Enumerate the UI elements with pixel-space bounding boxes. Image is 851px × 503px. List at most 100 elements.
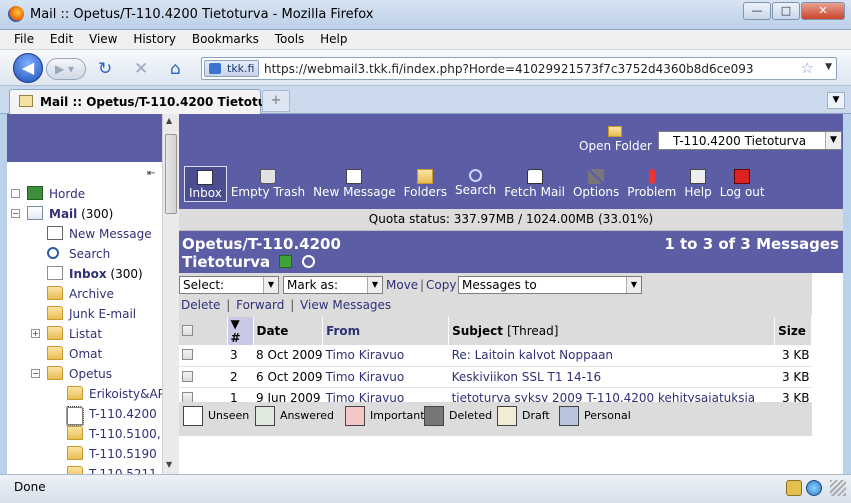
menu-edit[interactable]: Edit	[50, 32, 73, 46]
new-tab-button[interactable]: +	[262, 90, 290, 112]
search-mailbox-icon[interactable]	[301, 255, 315, 268]
collapse-icon[interactable]: −	[31, 369, 40, 378]
messages-to-dropdown[interactable]: Messages to ▼	[458, 276, 642, 294]
table-row[interactable]: 26 Oct 2009 Timo Kiravuo Keskiviikon SSL T…	[179, 366, 812, 388]
scroll-down-icon[interactable]: ▼	[166, 460, 172, 469]
maximize-button[interactable]: □	[772, 2, 800, 20]
row-checkbox[interactable]	[182, 391, 193, 403]
message-from[interactable]: Timo Kiravuo	[322, 366, 449, 388]
sidebar-item-opetus[interactable]: − Opetus	[7, 364, 162, 384]
message-subject[interactable]: Re: Laitoin kalvot Noppaan	[448, 345, 775, 367]
sidebar-item-t-110-5100[interactable]: T-110.5100,	[7, 424, 162, 444]
bookmark-star-icon[interactable]: ☆	[801, 59, 814, 77]
reload-icon[interactable]: ↻	[98, 59, 112, 79]
folder-icon	[66, 406, 84, 426]
toolbar-button-label: Log out	[719, 185, 765, 199]
message-subject[interactable]: Keskiviikon SSL T1 14-16	[448, 366, 775, 388]
copy-link[interactable]: Copy	[426, 278, 456, 292]
search-icon	[469, 169, 483, 182]
mark-as-dropdown[interactable]: Mark as: ▼	[283, 276, 383, 294]
expand-icon[interactable]: +	[31, 329, 40, 338]
toolbar-options-button[interactable]: Options	[569, 166, 623, 202]
forward-button[interactable]: ▶ ▾	[46, 58, 86, 80]
scroll-up-icon[interactable]: ▲	[166, 116, 172, 125]
sidebar-item-label: T-110.5100,	[89, 427, 161, 441]
from-column-header[interactable]: From	[322, 317, 450, 345]
subject-column-header[interactable]: Subject [Thread]	[448, 317, 776, 345]
site-identity-button[interactable]: tkk.fi	[204, 60, 260, 77]
fetch-mail-icon	[526, 169, 543, 184]
toolbar-button-label: Options	[572, 185, 620, 199]
toolbar-help-button[interactable]: Help	[680, 166, 715, 202]
folder-select[interactable]: T-110.4200 Tietoturva ▼	[658, 131, 842, 150]
minimize-button[interactable]: —	[743, 2, 771, 20]
menu-history[interactable]: History	[133, 32, 176, 46]
toolbar-folders-button[interactable]: Folders	[400, 166, 451, 202]
select-all-checkbox[interactable]	[182, 325, 193, 336]
number-column-header[interactable]: ▼ #	[227, 317, 254, 345]
toolbar-fetch-mail-button[interactable]: Fetch Mail	[500, 166, 569, 202]
row-checkbox[interactable]	[182, 349, 193, 361]
home-icon[interactable]: ⌂	[170, 59, 181, 79]
collapse-sidebar-icon[interactable]: ⇤	[147, 168, 160, 181]
tab-list-button[interactable]: ▼	[827, 92, 845, 109]
table-row[interactable]: 38 Oct 2009 Timo Kiravuo Re: Laitoin kalvo…	[179, 345, 812, 367]
move-link[interactable]: Move	[386, 278, 418, 292]
sidebar-item-new-message[interactable]: New Message	[7, 224, 162, 244]
sidebar-scrollbar[interactable]: ▲ ▼	[162, 114, 179, 474]
toolbar-search-button[interactable]: Search	[451, 166, 500, 202]
menu-bookmarks[interactable]: Bookmarks	[192, 32, 259, 46]
open-folder-button[interactable]: Open Folder	[579, 126, 652, 153]
row-checkbox[interactable]	[182, 370, 193, 382]
collapse-icon[interactable]	[11, 189, 20, 198]
back-button[interactable]: ◀	[13, 53, 43, 83]
sidebar-item-t-110-5190[interactable]: T-110.5190	[7, 444, 162, 464]
sidebar-item-t-110-4200[interactable]: T-110.4200	[7, 404, 162, 426]
view-messages-link[interactable]: View Messages	[300, 298, 391, 312]
sidebar-item-omat[interactable]: Omat	[7, 344, 162, 364]
sidebar-item-t-110-5211[interactable]: T-110.5211	[7, 464, 162, 474]
sidebar-item-mail[interactable]: − Mail (300)	[7, 204, 162, 224]
menu-tools[interactable]: Tools	[275, 32, 305, 46]
message-from[interactable]: Timo Kiravuo	[322, 345, 449, 367]
open-folder-icon	[608, 126, 623, 137]
date-column-header[interactable]: Date	[253, 317, 324, 345]
tab-mail[interactable]: Mail :: Opetus/T-110.4200 Tietoturva	[9, 89, 288, 114]
lock-icon[interactable]	[786, 480, 802, 496]
toolbar-new-message-button[interactable]: New Message	[309, 166, 400, 202]
sidebar-item-label: Listat	[69, 327, 103, 341]
collapse-icon[interactable]: −	[11, 209, 20, 218]
forward-link[interactable]: Forward	[236, 298, 284, 312]
resize-grip-icon[interactable]	[830, 480, 846, 496]
stop-icon[interactable]: ✕	[134, 59, 148, 79]
sidebar-item-listat[interactable]: + Listat	[7, 324, 162, 344]
menu-file[interactable]: File	[14, 32, 34, 46]
toolbar-empty-trash-button[interactable]: Empty Trash	[227, 166, 309, 202]
toolbar-log-out-button[interactable]: Log out	[716, 166, 769, 202]
toolbar-problem-button[interactable]: Problem	[623, 166, 680, 202]
scrollbar-thumb[interactable]	[165, 134, 177, 214]
refresh-icon[interactable]	[279, 255, 293, 268]
url-dropdown-icon[interactable]: ▼	[825, 62, 832, 72]
sidebar-item-label: T-110.4200	[89, 407, 157, 421]
sidebar-item-junk-e-mail[interactable]: Junk E-mail	[7, 304, 162, 324]
url-text[interactable]: https://webmail3.tkk.fi/index.php?Horde=…	[264, 62, 754, 76]
menu-help[interactable]: Help	[320, 32, 347, 46]
toolbar-inbox-button[interactable]: Inbox	[184, 166, 227, 202]
sidebar-item-search[interactable]: Search	[7, 244, 162, 264]
sidebar-item-erikoisty-ap[interactable]: Erikoisty&AP	[7, 384, 162, 404]
sidebar-item-archive[interactable]: Archive	[7, 284, 162, 304]
sidebar-item-horde[interactable]: Horde	[7, 184, 162, 204]
horde-icon	[27, 186, 43, 200]
size-column-header[interactable]: Size	[774, 317, 812, 345]
chevron-down-icon: ▼	[626, 277, 641, 293]
delete-link[interactable]: Delete	[181, 298, 220, 312]
sidebar-item-label: T-110.5190	[89, 447, 157, 461]
address-bar[interactable]: tkk.fi https://webmail3.tkk.fi/index.php…	[201, 57, 837, 80]
sidebar-item-inbox[interactable]: Inbox (300)	[7, 264, 162, 284]
thread-link[interactable]: [Thread]	[507, 324, 558, 338]
close-window-button[interactable]: ✕	[801, 2, 845, 20]
select-dropdown[interactable]: Select: ▼	[179, 276, 279, 294]
folder-icon	[47, 306, 63, 320]
menu-view[interactable]: View	[89, 32, 117, 46]
